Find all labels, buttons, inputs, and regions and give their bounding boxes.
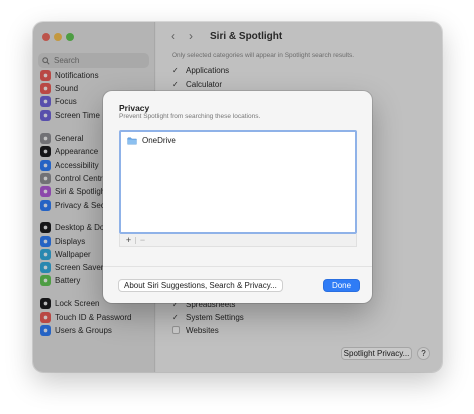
- divider: [135, 236, 136, 244]
- dialog-title: Privacy: [119, 103, 150, 113]
- about-privacy-button[interactable]: About Siri Suggestions, Search & Privacy…: [118, 279, 283, 292]
- list-controls: + −: [119, 234, 357, 247]
- done-button[interactable]: Done: [323, 279, 360, 292]
- list-item[interactable]: OneDrive: [127, 136, 176, 145]
- remove-location-button[interactable]: −: [137, 235, 148, 245]
- add-location-button[interactable]: +: [123, 235, 134, 245]
- dialog-subtitle: Prevent Spotlight from searching these l…: [119, 113, 261, 120]
- excluded-locations-list[interactable]: OneDrive: [119, 130, 357, 234]
- list-item-label: OneDrive: [142, 136, 176, 145]
- privacy-dialog: Privacy Prevent Spotlight from searching…: [103, 91, 372, 303]
- folder-icon: [127, 137, 137, 144]
- dialog-divider: [103, 266, 372, 267]
